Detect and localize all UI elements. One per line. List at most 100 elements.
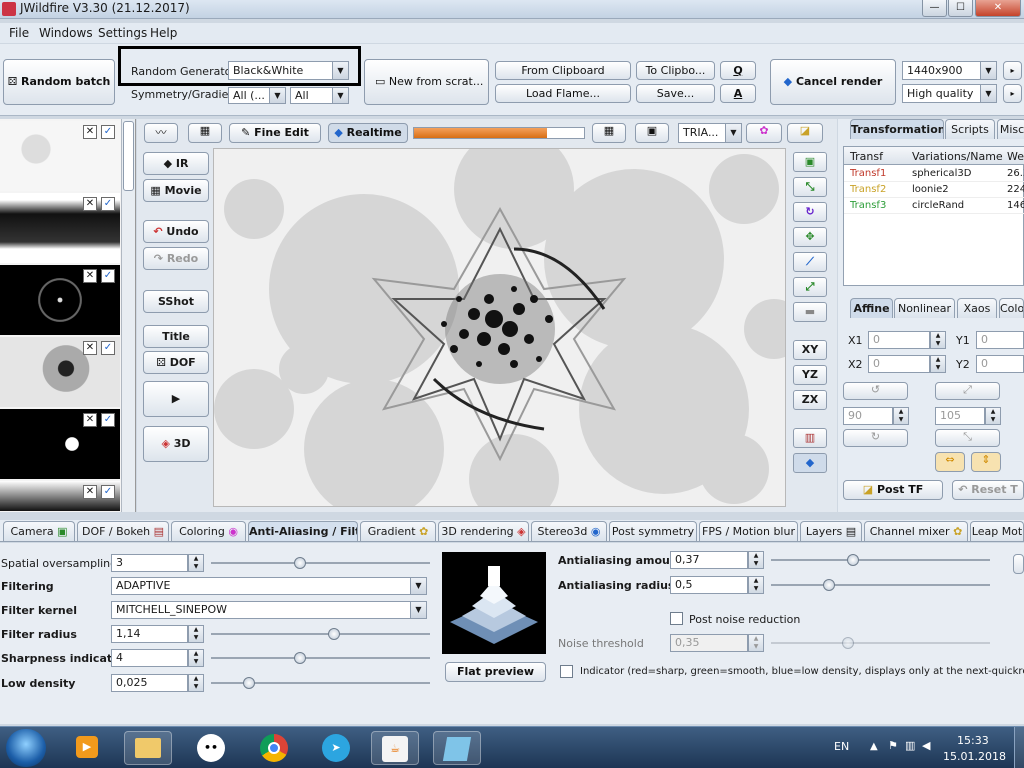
start-button[interactable] xyxy=(6,729,46,767)
post-tf-button[interactable]: ◪ Post TF xyxy=(843,480,943,500)
tab-stereo3d[interactable]: Stereo3d ◉ xyxy=(531,521,607,541)
tab-color[interactable]: Colo xyxy=(999,298,1024,318)
render-toggle-icon[interactable]: ◆ xyxy=(793,453,827,473)
tab-fps-motion-blur[interactable]: FPS / Motion blur xyxy=(699,521,798,541)
media-player-icon[interactable]: ▶ xyxy=(63,731,111,765)
antialiasing-amount-spinner[interactable]: ▲ ▼ xyxy=(748,551,764,569)
gradient-select[interactable]: All ▼ xyxy=(290,87,349,104)
close-icon[interactable]: ✕ xyxy=(83,413,97,427)
x1-spinner[interactable]: ▲ ▼ xyxy=(930,331,946,349)
slider-knob[interactable] xyxy=(294,557,306,569)
filter-radius-slider[interactable] xyxy=(211,633,430,635)
3d-button[interactable]: ◈ 3D xyxy=(143,426,209,462)
antialiasing-amount-field[interactable]: 0,37 xyxy=(670,551,748,569)
new-from-scratch-button[interactable]: ▭ New from scrat... xyxy=(364,59,489,105)
noise-threshold-slider[interactable] xyxy=(771,642,990,644)
language-indicator[interactable]: EN xyxy=(834,740,849,753)
scale-icon[interactable]: ⤢ xyxy=(793,277,827,297)
color-picker-icon[interactable]: ▥ xyxy=(793,428,827,448)
slider-knob[interactable] xyxy=(823,579,835,591)
resolution-edit-button[interactable]: ▸ xyxy=(1003,61,1022,80)
panda-app-icon[interactable]: •• xyxy=(187,731,235,765)
tab-scripts[interactable]: Scripts xyxy=(945,119,995,139)
disabled-tool-icon[interactable]: ▬ xyxy=(793,302,827,322)
redo-button[interactable]: ↷ Redo xyxy=(143,247,209,270)
antialiasing-amount-slider[interactable] xyxy=(771,559,990,561)
checkbox-checked-icon[interactable]: ✓ xyxy=(101,197,115,211)
vertical-arrows-icon[interactable]: ⇕ xyxy=(971,452,1001,472)
scale-amount-field[interactable]: 105 xyxy=(935,407,985,425)
resize-icon[interactable]: ⤡ xyxy=(793,177,827,197)
scrollbar-thumb[interactable] xyxy=(123,121,134,191)
checkbox-checked-icon[interactable]: ✓ xyxy=(101,341,115,355)
filtering-select[interactable]: ADAPTIVE ▼ xyxy=(111,577,427,595)
realtime-toggle[interactable]: ◆ Realtime xyxy=(328,123,408,143)
menu-help[interactable]: Help xyxy=(150,26,177,40)
rotate-amount-spinner[interactable]: ▲ ▼ xyxy=(893,407,909,425)
tab-post-symmetry[interactable]: Post symmetry xyxy=(609,521,697,541)
flag-icon[interactable]: ⚑ xyxy=(888,739,898,752)
expand-icon[interactable]: ⤢ xyxy=(935,382,1000,400)
tab-leap-motion[interactable]: Leap Mot xyxy=(970,521,1024,541)
spatial-oversampling-field[interactable]: 3 xyxy=(111,554,188,572)
sharpness-indicator-slider[interactable] xyxy=(211,657,430,659)
to-clipboard-button[interactable]: To Clipbo... xyxy=(636,61,715,80)
tab-anti-aliasing[interactable]: Anti-Aliasing / Filter xyxy=(248,521,358,541)
grid-icon[interactable]: ▦ xyxy=(592,123,626,143)
clock-date[interactable]: 15.01.2018 xyxy=(943,750,1006,763)
close-icon[interactable]: ✕ xyxy=(83,269,97,283)
flat-preview-button[interactable]: Flat preview xyxy=(445,662,546,682)
post-noise-reduction-checkbox[interactable] xyxy=(670,612,683,625)
y1-field[interactable]: 0 xyxy=(976,331,1024,349)
table-row[interactable]: Transf2 loonie2 224 xyxy=(844,182,1024,198)
quality-select[interactable]: High quality ▼ xyxy=(902,84,997,103)
table-row[interactable]: Transf1 spherical3D 26.3 xyxy=(844,166,1024,182)
horizontal-arrows-icon[interactable]: ⇔ xyxy=(935,452,965,472)
clapperboard-button[interactable]: ▶ xyxy=(143,381,209,417)
quality-edit-button[interactable]: ▸ xyxy=(1003,84,1022,103)
movie-button[interactable]: ▦ Movie xyxy=(143,179,209,202)
title-button[interactable]: Title xyxy=(143,325,209,348)
slider-knob[interactable] xyxy=(294,652,306,664)
low-density-spinner[interactable]: ▲ ▼ xyxy=(188,674,204,692)
menu-file[interactable]: File xyxy=(9,26,29,40)
random-batch-button[interactable]: ⚄ Random batch xyxy=(3,59,115,105)
tab-dof-bokeh[interactable]: DOF / Bokeh ▤ xyxy=(77,521,169,541)
dof-button[interactable]: ⚄ DOF xyxy=(143,351,209,374)
slider-knob[interactable] xyxy=(847,554,859,566)
scale-amount-spinner[interactable]: ▲ ▼ xyxy=(985,407,1001,425)
low-density-field[interactable]: 0,025 xyxy=(111,674,188,692)
telegram-icon[interactable]: ➤ xyxy=(312,731,360,765)
tab-3d-rendering[interactable]: 3D rendering ◈ xyxy=(438,521,529,541)
cancel-render-button[interactable]: ◆ Cancel render xyxy=(770,59,896,105)
checkbox-checked-icon[interactable]: ✓ xyxy=(101,125,115,139)
java-icon[interactable]: ☕ xyxy=(371,731,419,765)
menu-windows[interactable]: Windows xyxy=(39,26,93,40)
resolution-select[interactable]: 1440x900 ▼ xyxy=(902,61,997,80)
noise-threshold-field[interactable]: 0,35 xyxy=(670,634,748,652)
tab-affine[interactable]: Affine xyxy=(850,298,893,318)
reset-transform-button[interactable]: ↶ Reset T xyxy=(952,480,1024,500)
line-edit-icon[interactable]: ⟋ xyxy=(793,252,827,272)
noise-threshold-spinner[interactable]: ▲ ▼ xyxy=(748,634,764,652)
thumbnail-scrollbar[interactable] xyxy=(121,119,135,512)
tab-transformations[interactable]: Transformations xyxy=(850,119,944,139)
slider-knob[interactable] xyxy=(243,677,255,689)
maximize-button[interactable]: ☐ xyxy=(948,0,973,17)
rotate-right-icon[interactable]: ↻ xyxy=(843,429,908,447)
tab-layers[interactable]: Layers ▤ xyxy=(800,521,862,541)
spatial-oversampling-slider[interactable] xyxy=(211,562,430,564)
tab-coloring[interactable]: Coloring ◉ xyxy=(171,521,246,541)
tab-gradient[interactable]: Gradient ✿ xyxy=(360,521,436,541)
fine-edit-button[interactable]: ✎ Fine Edit xyxy=(229,123,321,143)
close-icon[interactable]: ✕ xyxy=(83,197,97,211)
view-xy-button[interactable]: XY xyxy=(793,340,827,360)
rotate-icon[interactable]: ↻ xyxy=(793,202,827,222)
triangle-style-select[interactable]: TRIA... ▼ xyxy=(678,123,742,143)
shrink-icon[interactable]: ⤡ xyxy=(935,429,1000,447)
antialiasing-radius-slider[interactable] xyxy=(771,584,990,586)
sharpness-indicator-spinner[interactable]: ▲ ▼ xyxy=(188,649,204,667)
menu-settings[interactable]: Settings xyxy=(98,26,147,40)
flame-preview-canvas[interactable] xyxy=(213,148,786,507)
antialiasing-radius-spinner[interactable]: ▲ ▼ xyxy=(748,576,764,594)
